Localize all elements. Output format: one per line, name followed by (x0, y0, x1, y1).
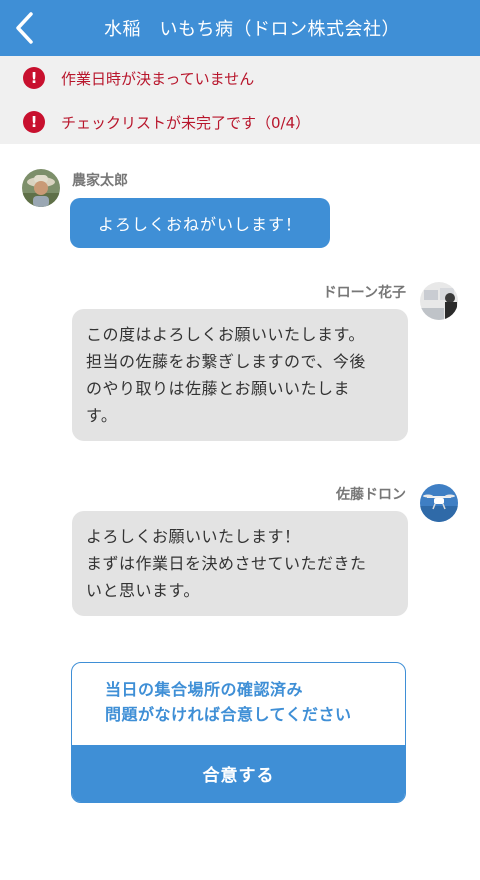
alert-text: チェックリストが未完了です（0/4） (61, 113, 311, 132)
avatar[interactable] (22, 169, 60, 207)
page-title: 水稲 いもち病（ドロン株式会社） (104, 19, 400, 40)
message-line: よろしくお願いいたします！ (86, 527, 301, 546)
sender-name: 佐藤ドロン (336, 487, 406, 503)
message-line: 担当の佐藤をお繋ぎしますので、今後 (86, 352, 366, 371)
alert-text: 作業日時が決まっていません (61, 69, 255, 88)
avatar[interactable] (420, 282, 458, 320)
message-bubble: よろしくお願いいたします！ まずは作業日を決めさせていただきた いと思います。 (72, 511, 408, 616)
agreement-message: 当日の集合場所の確認済み 問題がなければ合意してください (72, 663, 405, 747)
agreement-line: 当日の集合場所の確認済み (105, 680, 304, 699)
sender-name: ドローン花子 (322, 285, 406, 301)
message-line: のやり取りは佐藤とお願いいたしま (86, 379, 351, 398)
alert-checklist[interactable]: ! チェックリストが未完了です（0/4） (0, 100, 480, 144)
error-icon: ! (23, 111, 45, 133)
drone-avatar-icon (420, 484, 458, 522)
avatar[interactable] (420, 484, 458, 522)
sender-name: 農家太郎 (72, 173, 128, 189)
agreement-card: 当日の集合場所の確認済み 問題がなければ合意してください 合意する (71, 662, 406, 803)
office-avatar-icon (420, 282, 458, 320)
app-header: 水稲 いもち病（ドロン株式会社） (0, 0, 480, 56)
message-line: いと思います。 (86, 581, 200, 600)
message-bubble: よろしくおねがいします！ (70, 198, 330, 248)
message-line: まずは作業日を決めさせていただきた (86, 554, 367, 573)
farmer-avatar-icon (22, 169, 60, 207)
agreement-line: 問題がなければ合意してください (105, 705, 352, 724)
error-icon: ! (23, 67, 45, 89)
alert-panel: ! 作業日時が決まっていません ! チェックリストが未完了です（0/4） (0, 56, 480, 144)
agree-button[interactable]: 合意する (72, 745, 405, 802)
alert-schedule[interactable]: ! 作業日時が決まっていません (0, 56, 480, 100)
message-bubble: この度はよろしくお願いいたします。 担当の佐藤をお繋ぎしますので、今後 のやり取… (72, 309, 408, 441)
message-line: この度はよろしくお願いいたします。 (86, 325, 365, 344)
message-line: す。 (86, 406, 118, 425)
message-text: よろしくおねがいします！ (97, 215, 302, 234)
